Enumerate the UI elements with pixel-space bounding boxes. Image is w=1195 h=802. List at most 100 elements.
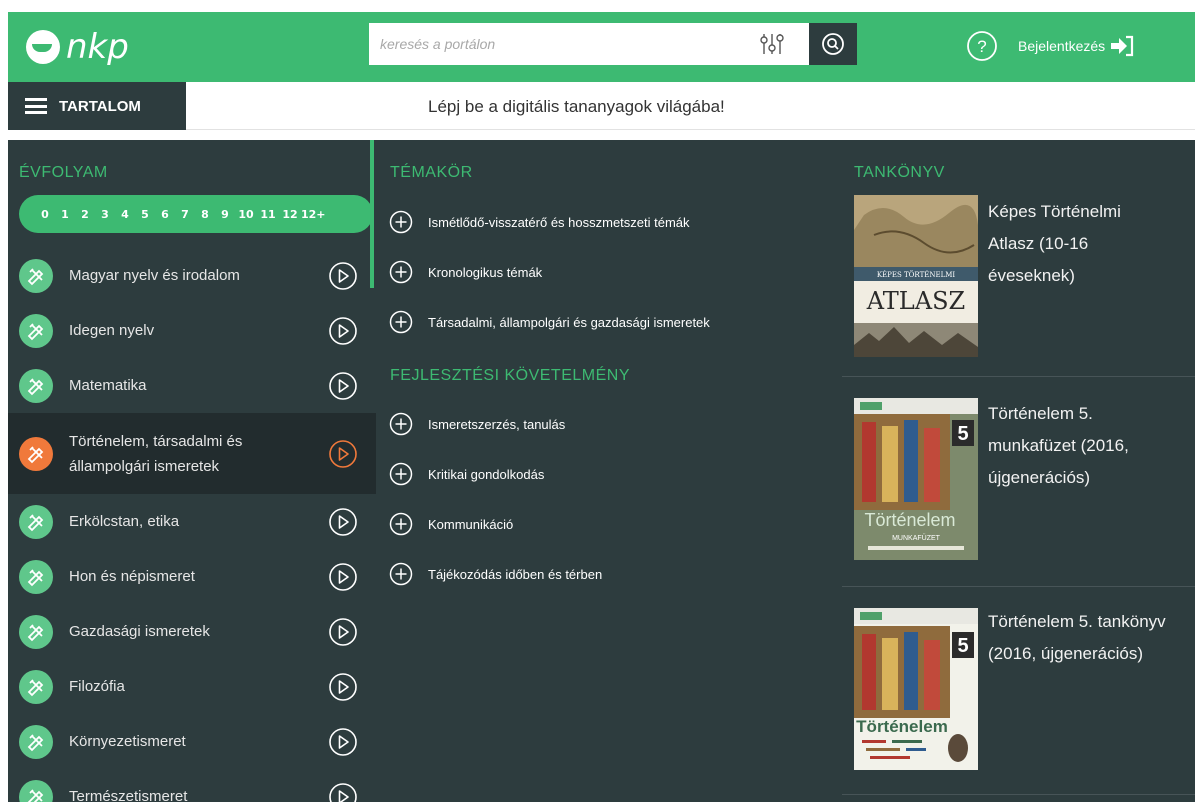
grade-option[interactable]: 4 xyxy=(115,208,135,221)
book-cover-atlas[interactable]: KÉPES TÖRTÉNELMI ATLASZ xyxy=(854,195,978,357)
topic-item[interactable]: Kronologikus témák xyxy=(389,259,542,285)
subject-label: Történelem, társadalmi és állampolgári i… xyxy=(69,432,243,475)
menu-label: TARTALOM xyxy=(59,97,141,115)
grade-option[interactable]: 12 xyxy=(279,208,301,221)
topic-item[interactable]: Kritikai gondolkodás xyxy=(389,461,544,487)
subject-item[interactable]: Filozófia xyxy=(8,659,376,714)
topic-item[interactable]: Tájékozódás időben és térben xyxy=(389,561,602,587)
topic-item[interactable]: Kommunikáció xyxy=(389,511,513,537)
grade-title: ÉVFOLYAM xyxy=(19,164,108,181)
topic-item[interactable]: Társadalmi, állampolgári és gazdasági is… xyxy=(389,309,710,335)
plus-circle-icon[interactable] xyxy=(389,210,413,234)
topic-label: Tájékozódás időben és térben xyxy=(428,566,603,582)
search-button[interactable] xyxy=(809,23,857,65)
tagline: Lépj be a digitális tananyagok világába! xyxy=(428,97,725,116)
svg-text:Történelem: Történelem xyxy=(856,717,948,736)
svg-text:Történelem: Történelem xyxy=(864,510,955,530)
grade-option[interactable]: 2 xyxy=(75,208,95,221)
svg-text:5: 5 xyxy=(957,635,968,657)
svg-text:KÉPES TÖRTÉNELMI: KÉPES TÖRTÉNELMI xyxy=(877,270,956,279)
search-input[interactable] xyxy=(369,23,809,65)
grade-option[interactable]: 3 xyxy=(95,208,115,221)
logo-text: nkp xyxy=(66,27,129,67)
subject-icon xyxy=(19,779,53,802)
scrollbar[interactable] xyxy=(370,140,374,288)
contents-menu-button[interactable]: TARTALOM xyxy=(8,82,186,130)
textbook-panel: TANKÖNYV KÉPES TÖRTÉNELMI ATLASZ Képes T… xyxy=(842,140,1195,802)
plus-circle-icon[interactable] xyxy=(389,512,413,536)
play-circle-icon[interactable] xyxy=(328,316,358,346)
grade-option[interactable]: 12+ xyxy=(301,208,326,221)
plus-circle-icon[interactable] xyxy=(389,310,413,334)
play-circle-icon[interactable] xyxy=(328,562,358,592)
sub-header: TARTALOM Lépj be a digitális tananyagok … xyxy=(8,82,1195,130)
play-circle-icon[interactable] xyxy=(328,617,358,647)
subject-icon xyxy=(19,504,53,539)
topic-panel: TÉMAKÖR Ismétlődő-visszatérő és hosszmet… xyxy=(370,140,842,802)
divider xyxy=(842,376,1195,377)
svg-text:MUNKAFÜZET: MUNKAFÜZET xyxy=(892,534,941,542)
play-circle-icon[interactable] xyxy=(328,782,358,802)
topic-label: Ismeretszerzés, tanulás xyxy=(428,416,566,432)
login-button[interactable]: Bejelentkezés xyxy=(1018,33,1135,59)
book-title[interactable]: Képes Történelmi Atlasz (10-16 éveseknek… xyxy=(988,196,1195,292)
plus-circle-icon[interactable] xyxy=(389,562,413,586)
book-title[interactable]: Történelem 5. tankönyv (2016, újgeneráci… xyxy=(988,606,1195,670)
grade-option[interactable]: 8 xyxy=(195,208,215,221)
subject-icon xyxy=(19,724,53,759)
plus-circle-icon[interactable] xyxy=(389,260,413,284)
play-circle-icon[interactable] xyxy=(328,261,358,291)
search-icon xyxy=(822,33,844,55)
play-circle-icon[interactable] xyxy=(328,507,358,537)
svg-text:5: 5 xyxy=(957,423,968,445)
subject-item[interactable]: Idegen nyelv xyxy=(8,303,376,358)
play-circle-icon[interactable] xyxy=(328,439,358,469)
textbook-title: TANKÖNYV xyxy=(854,164,945,181)
filter-sliders-icon[interactable] xyxy=(757,31,787,57)
grade-option[interactable]: 0 xyxy=(35,208,55,221)
topic-label: Társadalmi, állampolgári és gazdasági is… xyxy=(428,314,710,330)
plus-circle-icon[interactable] xyxy=(389,462,413,486)
subject-item[interactable]: Történelem, társadalmi és állampolgári i… xyxy=(8,413,376,494)
play-circle-icon[interactable] xyxy=(328,727,358,757)
subject-label: Természetismeret xyxy=(69,788,188,802)
subject-item[interactable]: Gazdasági ismeretek xyxy=(8,604,376,659)
grade-option[interactable]: 5 xyxy=(135,208,155,221)
subject-label: Filozófia xyxy=(69,678,125,695)
subject-label: Erkölcstan, etika xyxy=(69,513,180,530)
search-bar xyxy=(369,23,857,65)
book-title[interactable]: Történelem 5. munkafüzet (2016, újgenerá… xyxy=(988,398,1195,494)
topic-item[interactable]: Ismeretszerzés, tanulás xyxy=(389,411,565,437)
play-circle-icon[interactable] xyxy=(328,371,358,401)
book-cover-workbook[interactable]: 5 Történelem MUNKAFÜZET xyxy=(854,398,978,560)
subject-icon xyxy=(19,258,53,293)
play-circle-icon[interactable] xyxy=(328,672,358,702)
subject-item[interactable]: Hon és népismeret xyxy=(8,549,376,604)
book-cover-textbook[interactable]: 5 Történelem xyxy=(854,608,978,770)
subject-item[interactable]: Magyar nyelv és irodalom xyxy=(8,248,376,303)
subject-item[interactable]: Erkölcstan, etika xyxy=(8,494,376,549)
subject-item[interactable]: Természetismeret xyxy=(8,769,376,802)
grade-option[interactable]: 6 xyxy=(155,208,175,221)
grade-option[interactable]: 10 xyxy=(235,208,257,221)
grade-option[interactable]: 9 xyxy=(215,208,235,221)
top-header: nkp ? Bejelentkezés xyxy=(8,12,1195,82)
subject-label: Hon és népismeret xyxy=(69,568,195,585)
grade-subject-panel: ÉVFOLYAM 0 1 2 3 4 5 6 7 8 9 10 11 12 12… xyxy=(8,140,376,802)
logo-mark-icon xyxy=(26,30,60,64)
topic-item[interactable]: Ismétlődő-visszatérő és hosszmetszeti té… xyxy=(389,209,690,235)
grade-option[interactable]: 1 xyxy=(55,208,75,221)
grade-option[interactable]: 7 xyxy=(175,208,195,221)
subject-item[interactable]: Környezetismeret xyxy=(8,714,376,769)
subject-list: Magyar nyelv és irodalom Idegen nyelv Mate… xyxy=(8,248,376,802)
subject-label: Matematika xyxy=(69,377,147,394)
nkp-logo[interactable]: nkp xyxy=(26,27,129,67)
grade-option[interactable]: 11 xyxy=(257,208,279,221)
login-arrow-icon xyxy=(1111,35,1134,57)
requirement-title: FEJLESZTÉSI KÖVETELMÉNY xyxy=(390,367,630,384)
subject-icon xyxy=(19,368,53,403)
subject-item[interactable]: Matematika xyxy=(8,358,376,413)
help-icon[interactable]: ? xyxy=(966,30,998,62)
plus-circle-icon[interactable] xyxy=(389,412,413,436)
topic-label: Kronologikus témák xyxy=(428,264,543,280)
